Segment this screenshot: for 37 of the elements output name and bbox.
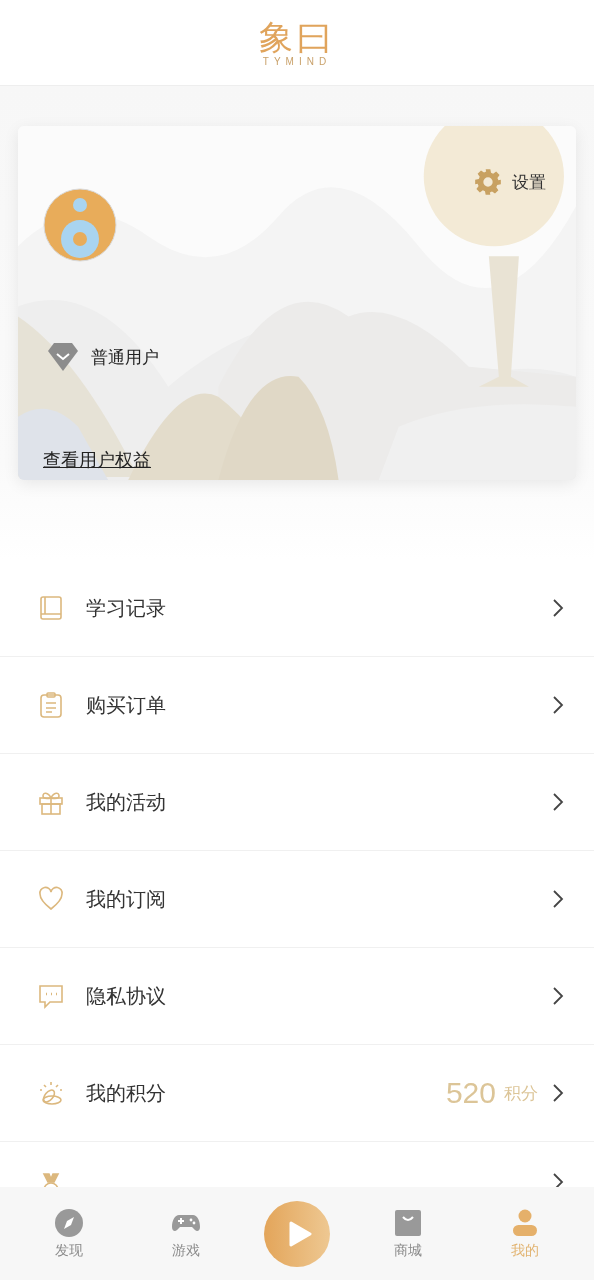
settings-icon	[474, 168, 502, 196]
shopping-bag-icon	[392, 1207, 423, 1238]
compass-icon	[53, 1207, 84, 1238]
menu-label: 我的积分	[86, 1080, 167, 1106]
menu-item[interactable]: 学习记录	[0, 560, 594, 657]
menu-label: 隐私协议	[86, 983, 167, 1009]
menu-label: 购买订单	[86, 692, 167, 718]
chevron-right-icon	[552, 986, 564, 1006]
chat-bubble-icon	[37, 982, 65, 1010]
heart-icon	[37, 885, 65, 913]
chevron-right-icon	[552, 1083, 564, 1103]
menu-item[interactable]: 我的积分 520 积分	[0, 1045, 594, 1142]
settings-button[interactable]: 设置	[474, 168, 546, 196]
logo-subtitle: TYMIND	[262, 55, 332, 68]
points-unit: 积分	[504, 1082, 538, 1105]
menu-item[interactable]: 购买订单	[0, 657, 594, 754]
menu-item[interactable]: 我的订阅	[0, 851, 594, 948]
menu-label: 我的活动	[86, 789, 167, 815]
chevron-right-icon	[552, 1172, 564, 1187]
benefits-link[interactable]: 查看用户权益	[43, 448, 151, 472]
chevron-right-icon	[552, 695, 564, 715]
chevron-right-icon	[552, 792, 564, 812]
play-icon	[288, 1220, 312, 1247]
membership-level: 普通用户	[91, 346, 159, 369]
chevron-right-icon	[552, 889, 564, 909]
menu-label: 我的订阅	[86, 886, 167, 912]
menu-item[interactable]: 我的活动	[0, 754, 594, 851]
avatar-icon	[43, 188, 117, 262]
menu-label: 学习记录	[86, 595, 167, 621]
book-icon	[37, 594, 65, 622]
chevron-right-icon	[552, 598, 564, 618]
logo-text: 象曰	[259, 17, 335, 56]
points-value: 520	[445, 1076, 496, 1110]
menu-item[interactable]: 隐私协议	[0, 948, 594, 1045]
clipboard-icon	[37, 691, 65, 719]
coins-icon	[37, 1079, 65, 1107]
diamond-icon	[47, 342, 79, 372]
